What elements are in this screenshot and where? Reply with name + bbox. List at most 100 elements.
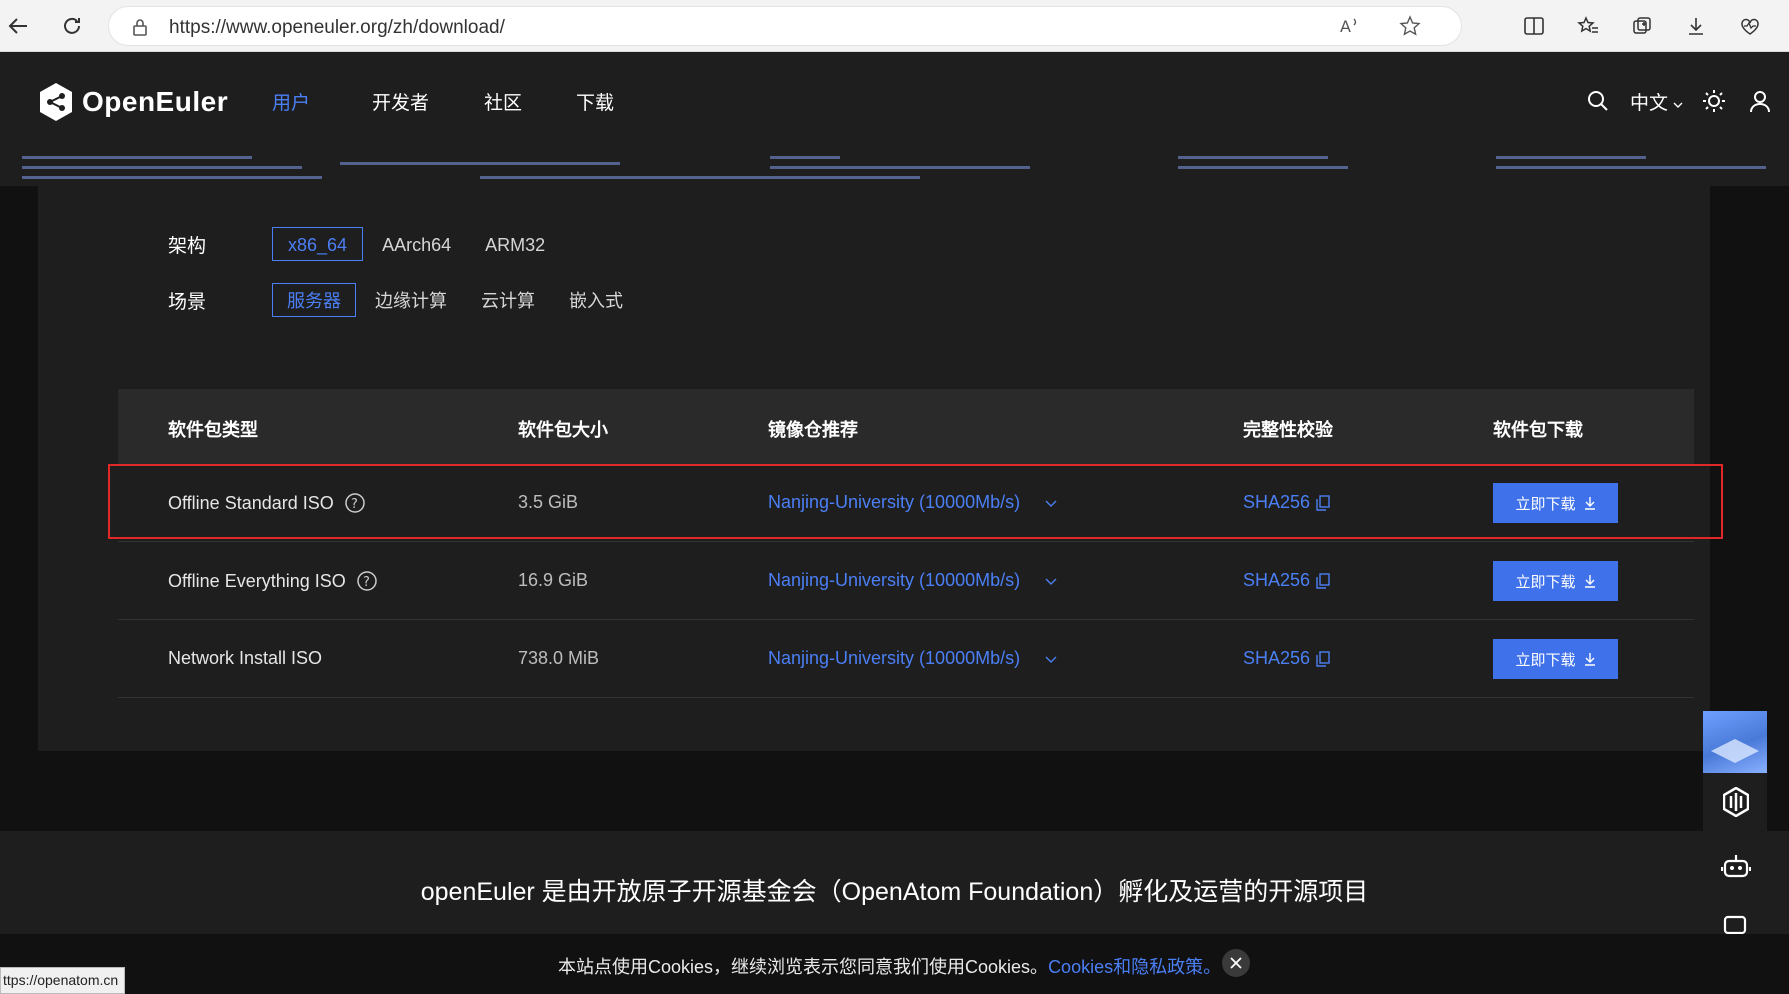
nav-download[interactable]: 下载 (576, 88, 676, 118)
table-row: Offline Standard ISO ? 3.5 GiB Nanjing-U… (118, 464, 1694, 542)
architecture-label: 架构 (168, 235, 207, 257)
sha256-label: SHA256 (1243, 648, 1311, 668)
language-selector[interactable]: 中文 (1630, 88, 1683, 115)
scene-option-edge[interactable]: 边缘计算 (360, 283, 462, 317)
sha256-link[interactable]: SHA256 (1243, 648, 1330, 669)
promo-thumbnail[interactable] (1703, 711, 1767, 773)
download-label: 立即下载 (1515, 495, 1576, 513)
nav-community[interactable]: 社区 (484, 88, 576, 118)
package-type-label: Offline Standard ISO (168, 492, 334, 513)
download-arrow-icon (1584, 575, 1595, 588)
lock-icon[interactable] (131, 17, 149, 42)
sha256-label: SHA256 (1243, 492, 1311, 512)
footer-statement: openEuler 是由开放原子开源基金会（OpenAtom Foundatio… (420, 878, 1369, 906)
robot-assistant-icon[interactable] (1720, 852, 1752, 887)
close-cookie-button[interactable] (1222, 949, 1250, 977)
package-size-cell: 3.5 GiB (518, 492, 579, 512)
copy-icon (1316, 650, 1330, 667)
download-label: 立即下载 (1515, 651, 1576, 669)
theme-toggle-icon[interactable] (1702, 89, 1726, 118)
cookie-message: 本站点使用Cookies，继续浏览表示您同意我们使用Cookies。Cookie… (558, 953, 1221, 979)
package-type-cell: Offline Everything ISO ? (168, 570, 378, 592)
chevron-down-icon (1045, 578, 1057, 585)
svg-text:?: ? (351, 497, 358, 512)
scene-option-cloud[interactable]: 云计算 (466, 283, 550, 317)
copy-icon (1316, 572, 1330, 589)
floating-toolbar (1703, 711, 1767, 941)
chevron-down-icon (1045, 656, 1057, 663)
header-package-type: 软件包类型 (168, 420, 258, 440)
mirror-label: Nanjing-University (10000Mb/s) (768, 648, 1021, 668)
cookie-banner: 本站点使用Cookies，继续浏览表示您同意我们使用Cookies。Cookie… (0, 934, 1789, 994)
browser-toolbar: https://www.openeuler.org/zh/download/ A (0, 0, 1789, 52)
collections-icon[interactable] (1626, 10, 1658, 42)
status-bar-url: ttps://openatom.cn (0, 967, 126, 994)
svg-text:?: ? (363, 575, 370, 590)
svg-text:A: A (1340, 17, 1351, 36)
download-table: 软件包类型 软件包大小 镜像仓推荐 完整性校验 软件包下载 Offline St… (118, 389, 1694, 698)
arch-option-aarch64[interactable]: AArch64 (367, 227, 466, 261)
mirror-label: Nanjing-University (10000Mb/s) (768, 492, 1021, 512)
chevron-down-icon (1045, 500, 1057, 507)
language-label: 中文 (1630, 93, 1669, 114)
secondary-nav-strip (0, 152, 1789, 186)
mirror-label: Nanjing-University (10000Mb/s) (768, 570, 1021, 590)
header-package-size: 软件包大小 (518, 420, 608, 440)
read-aloud-icon[interactable]: A (1339, 15, 1361, 42)
package-size-cell: 16.9 GiB (518, 570, 589, 590)
split-screen-icon[interactable] (1518, 10, 1550, 42)
download-now-button[interactable]: 立即下载 (1493, 483, 1618, 523)
package-type-cell: Network Install ISO (168, 648, 323, 668)
logo-icon (40, 83, 72, 121)
close-icon (1230, 957, 1242, 969)
package-type-cell: Offline Standard ISO ? (168, 492, 366, 514)
browser-essentials-icon[interactable] (1734, 10, 1766, 42)
download-now-button[interactable]: 立即下载 (1493, 639, 1618, 679)
cookie-policy-link[interactable]: Cookies和隐私政策。 (1048, 957, 1221, 977)
back-icon[interactable] (2, 10, 34, 42)
download-now-button[interactable]: 立即下载 (1493, 561, 1618, 601)
header-download: 软件包下载 (1493, 420, 1583, 440)
sha256-label: SHA256 (1243, 570, 1311, 590)
favorite-star-icon[interactable] (1399, 15, 1421, 42)
header-mirror: 镜像仓推荐 (768, 420, 858, 440)
nav-users[interactable]: 用户 (272, 88, 372, 118)
openeuler-community-icon[interactable] (1722, 786, 1750, 822)
chevron-down-icon (1673, 102, 1683, 108)
scene-option-server[interactable]: 服务器 (272, 283, 356, 317)
mirror-select[interactable]: Nanjing-University (10000Mb/s) (768, 648, 1058, 669)
download-arrow-icon (1584, 497, 1595, 510)
openeuler-logo[interactable]: OpenEuler (38, 82, 228, 122)
table-row: Offline Everything ISO ? 16.9 GiB Nanjin… (118, 542, 1694, 620)
scenario-filter: 场景 服务器 边缘计算 云计算 嵌入式 (168, 283, 642, 317)
favorites-icon[interactable] (1572, 10, 1604, 42)
help-icon[interactable]: ? (344, 492, 366, 514)
nav-developers[interactable]: 开发者 (372, 88, 484, 118)
package-type-label: Offline Everything ISO (168, 570, 346, 591)
help-icon[interactable]: ? (356, 570, 378, 592)
url-text[interactable]: https://www.openeuler.org/zh/download/ (169, 17, 505, 39)
cookie-text: 本站点使用Cookies，继续浏览表示您同意我们使用Cookies。 (558, 957, 1049, 977)
main-nav: 用户 开发者 社区 下载 (272, 88, 676, 118)
mirror-select[interactable]: Nanjing-University (10000Mb/s) (768, 570, 1058, 591)
scenario-label: 场景 (168, 291, 207, 313)
logo-text: OpenEuler (82, 86, 229, 117)
download-label: 立即下载 (1515, 573, 1576, 591)
address-bar[interactable]: https://www.openeuler.org/zh/download/ A (108, 6, 1462, 46)
copy-icon (1316, 494, 1330, 511)
sha256-link[interactable]: SHA256 (1243, 570, 1330, 591)
header-checksum: 完整性校验 (1243, 420, 1333, 440)
sha256-link[interactable]: SHA256 (1243, 492, 1330, 513)
mirror-select[interactable]: Nanjing-University (10000Mb/s) (768, 492, 1058, 513)
site-header: OpenEuler 用户 开发者 社区 下载 中文 (0, 52, 1789, 152)
user-account-icon[interactable] (1748, 89, 1772, 118)
search-icon[interactable] (1586, 89, 1610, 118)
table-header: 软件包类型 软件包大小 镜像仓推荐 完整性校验 软件包下载 (118, 389, 1694, 464)
table-row: Network Install ISO 738.0 MiB Nanjing-Un… (118, 620, 1694, 698)
arch-option-arm32[interactable]: ARM32 (470, 227, 560, 261)
refresh-icon[interactable] (56, 10, 88, 42)
scene-option-embedded[interactable]: 嵌入式 (554, 283, 638, 317)
arch-option-x86_64[interactable]: x86_64 (272, 227, 364, 261)
package-size-cell: 738.0 MiB (518, 648, 600, 668)
downloads-icon[interactable] (1680, 10, 1712, 42)
